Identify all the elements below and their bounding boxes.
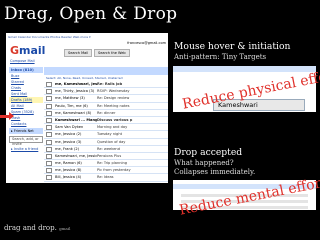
email-row[interactable]: me, Matthew (3) Re: Design review xyxy=(44,95,168,103)
logo-rest: mail xyxy=(19,44,46,57)
gmail-top-links[interactable]: Gmail Calendar Documents Photos Reader W… xyxy=(8,35,91,39)
email-subject: Re: Rails job xyxy=(97,82,123,86)
row-checkbox[interactable] xyxy=(46,125,52,131)
email-sender: me, Kameshwari, Jessica (4) xyxy=(55,82,97,86)
email-row[interactable]: Bill, Jessica (4) Re: Ideas xyxy=(44,174,168,182)
search-mail-button[interactable]: Search Mail xyxy=(64,49,93,57)
email-subject: Re: Design review xyxy=(97,96,130,101)
email-subject: Re: Meeting notes xyxy=(97,103,130,108)
email-list: me, Kameshwari, Jessica (4)Re: Rails job… xyxy=(44,81,168,183)
row-checkbox[interactable] xyxy=(46,175,52,181)
email-row[interactable]: Paulo, Tim, me (6) Re: Meeting notes xyxy=(44,103,168,110)
inbox-toolbar xyxy=(44,67,168,75)
row-checkbox[interactable] xyxy=(46,168,52,174)
email-subject: Pic from yesterday xyxy=(97,168,131,173)
email-row[interactable]: me, Jessica (8) Pic from yesterday xyxy=(44,167,168,175)
section1-heading: Mouse hover & initiation xyxy=(174,41,291,52)
compose-mail-link[interactable]: Compose Mail xyxy=(10,59,40,63)
row-checkbox[interactable] xyxy=(46,161,52,167)
row-checkbox[interactable] xyxy=(46,110,52,116)
row-checkbox[interactable] xyxy=(46,139,52,145)
email-sender: Paulo, Tim, me (6) xyxy=(55,103,88,108)
section2-line2: Collapses immediately. xyxy=(174,167,256,176)
email-row[interactable]: me, Ramon (6) Re: Trip planning xyxy=(44,160,168,168)
email-sender: me, Jessica (3) xyxy=(55,139,82,144)
email-sender: Sam Van Dyken xyxy=(55,125,84,130)
email-sender: Kameshwari, me, Jessica (7) xyxy=(55,153,97,158)
row-checkbox[interactable] xyxy=(46,117,52,123)
email-sender: me, Matthew (3) xyxy=(55,96,85,101)
email-subject: Morning and day xyxy=(97,125,128,130)
email-sender: me, Jessica (2) xyxy=(55,132,82,137)
section1-subheading: Anti-pattern: Tiny Targets xyxy=(174,53,267,61)
email-subject: Discuss various p xyxy=(97,117,133,122)
slide-caption: drag and drop. gmail xyxy=(4,224,70,232)
row-checkbox[interactable] xyxy=(46,146,52,152)
email-row[interactable]: Kameshwari ... Mangala (14)Discuss vario… xyxy=(44,117,168,125)
zoom-panel-bar xyxy=(173,66,316,72)
email-sender: Bill, Jessica (4) xyxy=(55,175,82,180)
account-email: francesco@gmail.com xyxy=(127,41,166,45)
gmail-nav: Inbox (810) Buzz Starred Chats Sent Mail Draf… xyxy=(9,67,43,127)
email-row[interactable]: Sam Van Dyken Morning and day xyxy=(44,124,168,132)
gmail-logo: Gmail xyxy=(10,44,45,57)
email-row[interactable]: me, Jessica (3) Question of day xyxy=(44,139,168,146)
caption-small: gmail xyxy=(59,226,71,231)
email-subject: Re: dinner xyxy=(97,110,116,115)
section2-line1: What happened? xyxy=(174,159,234,167)
row-checkbox[interactable] xyxy=(46,132,52,138)
email-subject: Re: Ideas xyxy=(97,175,114,180)
caption-text: drag and drop. xyxy=(4,224,57,232)
email-subject: Re: Trip planning xyxy=(97,161,128,166)
email-sender: me, Jessica (8) xyxy=(55,168,82,173)
email-sender: me, Thirty, Jessica (3) xyxy=(55,89,95,94)
email-sender: me, Kameshwari (8) xyxy=(55,110,92,115)
labels-panel: ▸ Friends Net Search, add, or invite ▸ I… xyxy=(9,128,43,151)
row-checkbox[interactable] xyxy=(46,103,52,109)
search-web-button[interactable]: Search the Web xyxy=(94,49,130,57)
email-row[interactable]: me, Mathews (4)Re: Office plans xyxy=(44,182,168,183)
email-subject: Tuesday night xyxy=(97,132,123,137)
row-checkbox[interactable] xyxy=(46,96,52,102)
section2-text: What happened? Collapses immediately. xyxy=(174,159,255,176)
email-subject: Re: weekend xyxy=(97,146,120,151)
email-row[interactable]: me, Jessica (2) Tuesday night xyxy=(44,131,168,139)
email-row[interactable]: Kameshwari, me, Jessica (7)Pensions Plus xyxy=(44,153,168,161)
slide-title: Drag, Open & Drop xyxy=(4,4,178,24)
email-subject: Pensions Plus xyxy=(97,153,122,158)
logo-g: G xyxy=(10,44,20,57)
labels-header[interactable]: ▸ Friends Net xyxy=(9,128,43,134)
nav-item[interactable]: Contacts xyxy=(9,121,43,127)
gmail-screenshot: Gmail Calendar Documents Photos Reader W… xyxy=(6,33,168,183)
pointer-arrow-icon xyxy=(0,112,14,120)
email-row[interactable]: me, Frank (2) Re: weekend xyxy=(44,146,168,153)
section2-heading: Drop accepted xyxy=(174,147,243,158)
email-subject: Re: Office plans xyxy=(97,182,165,184)
contacts-search-input[interactable]: Search, add, or invite xyxy=(9,136,43,146)
email-subject: Question of day xyxy=(97,139,126,144)
email-row[interactable]: me, Kameshwari, Jessica (4)Re: Rails job xyxy=(44,81,168,89)
email-sender: Kameshwari ... Mangala (14) xyxy=(55,117,97,122)
select-bar[interactable]: Select: All, None, Read, Unread, Starred… xyxy=(46,76,122,80)
row-checkbox[interactable] xyxy=(46,153,52,159)
email-sender: me, Frank (2) xyxy=(55,146,80,151)
row-checkbox[interactable] xyxy=(46,82,52,87)
row-checkbox[interactable] xyxy=(46,89,52,95)
email-subject: RSVP: Wednesday xyxy=(97,89,130,94)
email-row[interactable]: me, Kameshwari (8) Re: dinner xyxy=(44,110,168,117)
email-row[interactable]: me, Thirty, Jessica (3) RSVP: Wednesday xyxy=(44,88,168,96)
email-sender: me, Ramon (6) xyxy=(55,161,82,166)
invite-friend-link[interactable]: ▸ Invite a friend xyxy=(9,147,43,151)
email-sender: me, Mathews (4) xyxy=(55,182,97,184)
